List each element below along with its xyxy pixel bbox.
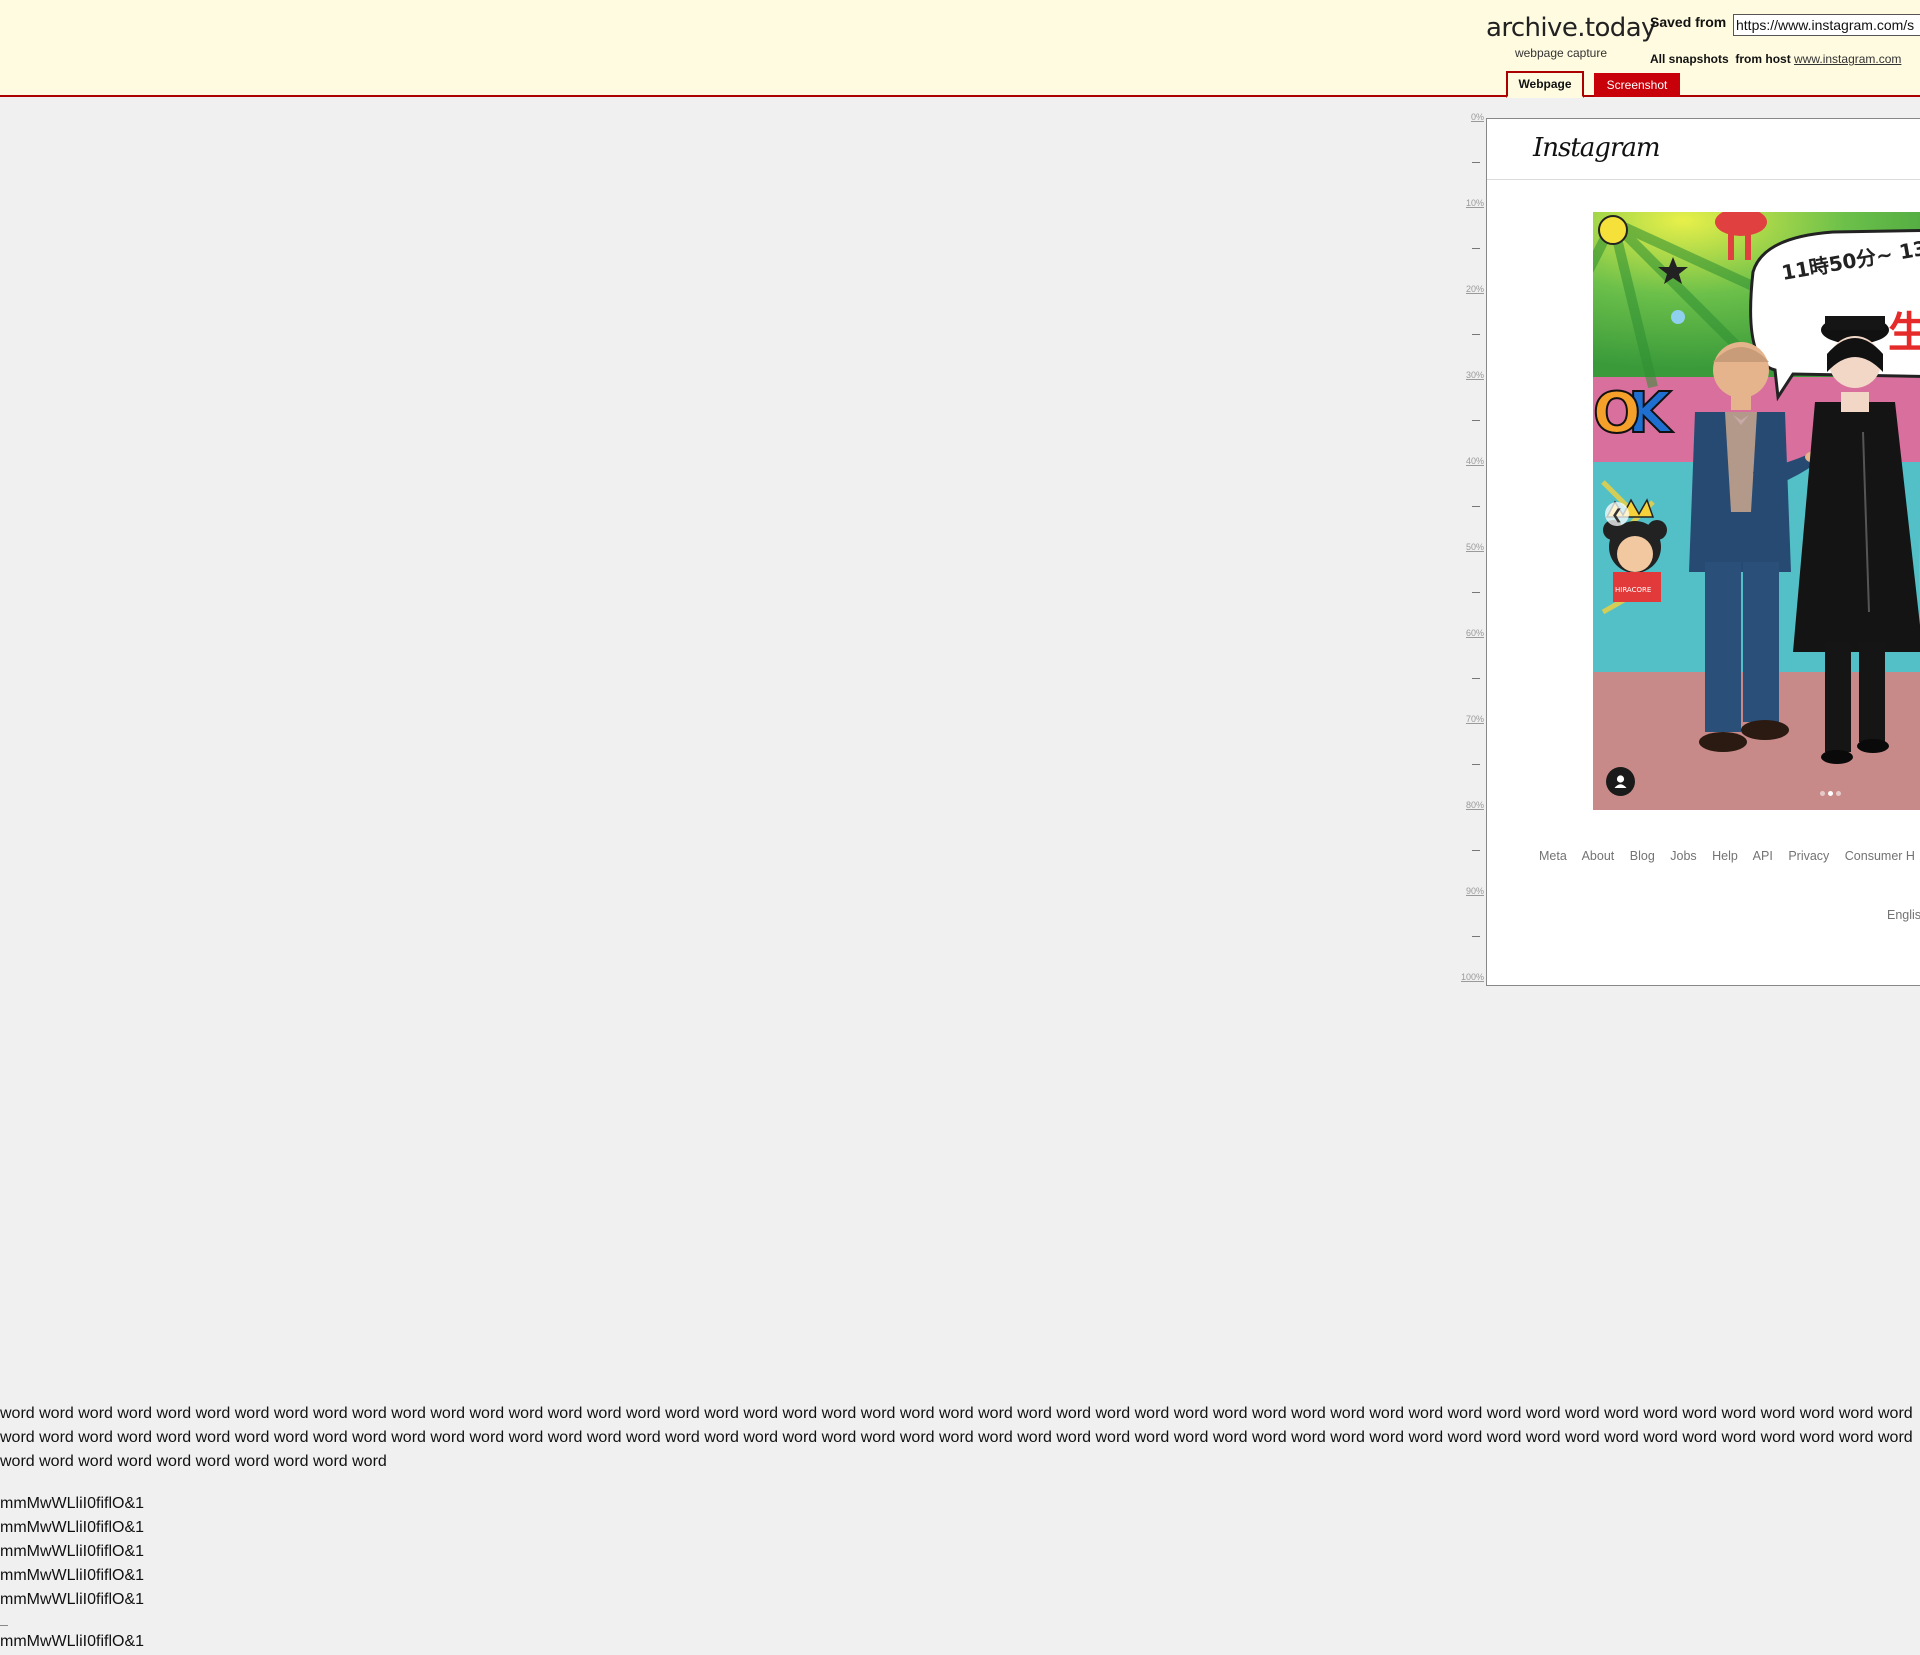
footer-link-blog[interactable]: Blog — [1630, 849, 1655, 863]
footer-link-jobs[interactable]: Jobs — [1670, 849, 1696, 863]
glyph-test-line: mmMwWLliI0fiflO&1 — [0, 1567, 145, 1584]
word-test-paragraph: word word word word word word word word … — [0, 1405, 1913, 1470]
tagged-users-button[interactable] — [1606, 767, 1635, 796]
post-photo-image: 11時50分~ 13時50分 生 K O HIRACORE — [1593, 212, 1920, 810]
archived-page-frame: Instagram 11時50分~ 13時50分 K O HIRACORE ❮ … — [1486, 118, 1920, 986]
svg-text:O: O — [1593, 381, 1641, 446]
footer-link-consumer-health[interactable]: Consumer H — [1845, 849, 1915, 863]
ruler-label[interactable]: 70% — [1466, 714, 1484, 724]
tab-webpage[interactable]: Webpage — [1506, 71, 1584, 98]
brand-title-link[interactable]: archive.today — [1486, 12, 1656, 44]
glyph-test-line: mmMwWLliI0fiflO&1 — [0, 1633, 145, 1650]
all-snapshots-label[interactable]: All snapshots — [1650, 52, 1729, 66]
ruler-tick — [1472, 764, 1480, 765]
brand: archive.today webpage capture — [1486, 12, 1656, 60]
ruler-label[interactable]: 90% — [1466, 886, 1484, 896]
from-host-label: from host — [1735, 52, 1791, 66]
carousel-dots — [1820, 783, 1844, 801]
banner-kanji-text: 生 — [1888, 308, 1920, 357]
language-selector[interactable]: Englis — [1887, 908, 1920, 922]
post-photo[interactable]: 11時50分~ 13時50分 生 K O HIRACORE — [1593, 212, 1920, 810]
ruler-tick — [1472, 850, 1480, 851]
ruler-label[interactable]: 30% — [1466, 370, 1484, 380]
instagram-header: Instagram — [1487, 119, 1920, 180]
ruler-label[interactable]: 40% — [1466, 456, 1484, 466]
snapshots-row: All snapshots from host www.instagram.co… — [1650, 52, 1901, 66]
glyph-test-line: mmMwWLliI0fiflO&1 — [0, 1543, 145, 1560]
archive-header: archive.today webpage capture Saved from… — [0, 0, 1920, 98]
ruler-tick — [1472, 506, 1480, 507]
ruler-tick — [1472, 678, 1480, 679]
saved-url-field[interactable]: https://www.instagram.com/s — [1733, 14, 1920, 36]
carousel-dot-active — [1828, 791, 1833, 796]
host-link[interactable]: www.instagram.com — [1794, 52, 1901, 66]
ruler-tick — [1472, 592, 1480, 593]
ruler-label[interactable]: 60% — [1466, 628, 1484, 638]
ruler-tick — [1472, 162, 1480, 163]
footer-link-help[interactable]: Help — [1712, 849, 1738, 863]
footer-link-meta[interactable]: Meta — [1539, 849, 1567, 863]
ruler-label[interactable]: 100% — [1461, 972, 1484, 982]
carousel-dot — [1836, 791, 1841, 796]
ruler-label[interactable]: 10% — [1466, 198, 1484, 208]
carousel-dot — [1820, 791, 1825, 796]
instagram-logo[interactable]: Instagram — [1533, 133, 1661, 163]
instagram-footer-links: Meta About Blog Jobs Help API Privacy Co… — [1539, 849, 1920, 863]
divider — [0, 1625, 8, 1626]
user-icon — [1614, 775, 1627, 788]
ruler-tick — [1472, 420, 1480, 421]
ruler-label[interactable]: 20% — [1466, 284, 1484, 294]
ruler-label[interactable]: 80% — [1466, 800, 1484, 810]
glyph-test-line: mmMwWLliI0fiflO&1 — [0, 1495, 145, 1512]
footer-link-about[interactable]: About — [1582, 849, 1615, 863]
footer-link-api[interactable]: API — [1753, 849, 1773, 863]
glyph-test-line: mmMwWLliI0fiflO&1 — [0, 1591, 145, 1608]
brand-subtitle: webpage capture — [1514, 46, 1608, 60]
scroll-ruler: 0% 10% 20% 30% 40% 50% 60% 70% 80% 90% 1… — [1440, 112, 1484, 986]
ruler-tick — [1472, 936, 1480, 937]
footer-link-privacy[interactable]: Privacy — [1788, 849, 1829, 863]
ruler-tick — [1472, 248, 1480, 249]
ruler-label[interactable]: 50% — [1466, 542, 1484, 552]
tab-screenshot[interactable]: Screenshot — [1594, 73, 1680, 97]
carousel-prev-button[interactable]: ❮ — [1605, 502, 1629, 526]
mascot-shirt-text: HIRACORE — [1615, 586, 1651, 594]
ruler-tick — [1472, 334, 1480, 335]
saved-from-label: Saved from — [1650, 14, 1727, 30]
glyph-test-line: mmMwWLliI0fiflO&1 — [0, 1519, 145, 1536]
ruler-label[interactable]: 0% — [1471, 112, 1484, 122]
